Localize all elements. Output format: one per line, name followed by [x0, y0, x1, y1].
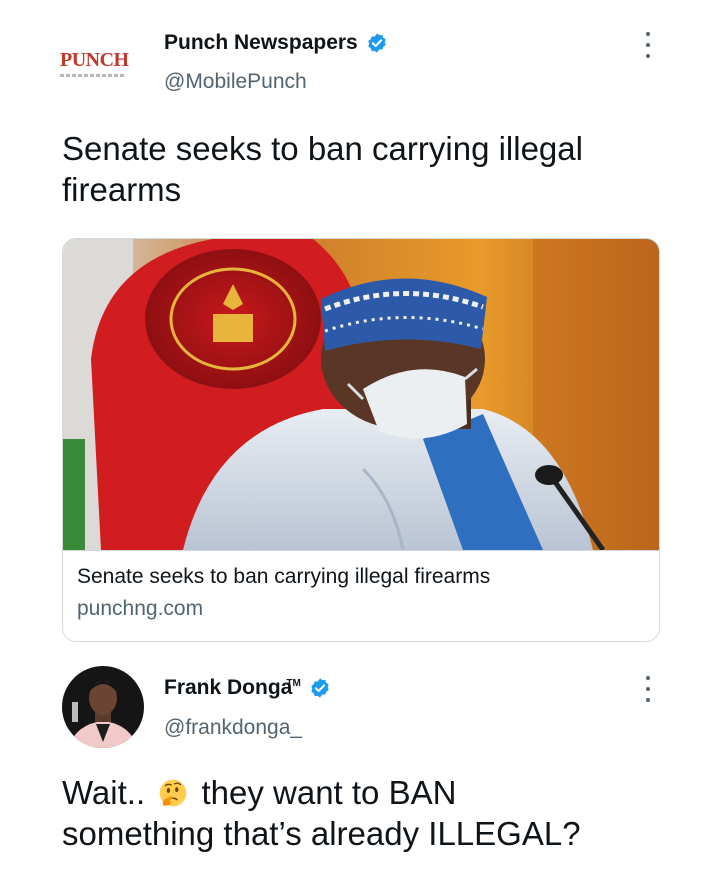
avatar-image [62, 666, 144, 748]
tweet1-author[interactable]: Punch Newspapers [164, 31, 388, 55]
link-card[interactable]: Senate seeks to ban carrying illegal fir… [62, 238, 660, 642]
trademark-symbol: TM [286, 678, 301, 689]
tweet1-text: Senate seeks to ban carrying illegal fir… [62, 128, 682, 210]
tweet2-text: Wait.. they want to BAN something that’s… [62, 772, 702, 854]
tweet1-text-line2: firearms [62, 171, 182, 208]
thinking-face-icon [159, 779, 187, 807]
tweet2-text-after-emoji: they want to BAN [201, 774, 457, 811]
punch-logo[interactable]: PUNCH [60, 50, 144, 90]
verified-badge-icon [368, 33, 386, 53]
tweet2-more-icon[interactable] [638, 676, 658, 702]
punch-logo-underline [60, 74, 126, 77]
tweet2-text-line1: Wait.. they want to BAN [62, 772, 702, 813]
tweet2-author[interactable]: Frank DongaTM [164, 676, 331, 700]
tweet1-more-icon[interactable] [638, 32, 658, 58]
tweet2-display-name: Frank Donga [164, 676, 293, 699]
punch-logo-text: PUNCH [60, 49, 129, 71]
tweet1-handle[interactable]: @MobilePunch [164, 70, 307, 94]
verified-badge-icon [311, 678, 329, 698]
link-card-title: Senate seeks to ban carrying illegal fir… [77, 565, 491, 588]
frank-donga-avatar[interactable] [62, 666, 144, 748]
tweet2-text-line2: something that’s already ILLEGAL? [62, 815, 581, 852]
tweet1-display-name: Punch Newspapers [164, 31, 358, 54]
tweet1-text-line1: Senate seeks to ban carrying illegal [62, 130, 583, 167]
tweet2-text-before-emoji: Wait.. [62, 774, 146, 811]
article-image [63, 239, 659, 551]
link-card-domain: punchng.com [77, 597, 204, 620]
tweet2-handle[interactable]: @frankdonga_ [164, 716, 302, 740]
